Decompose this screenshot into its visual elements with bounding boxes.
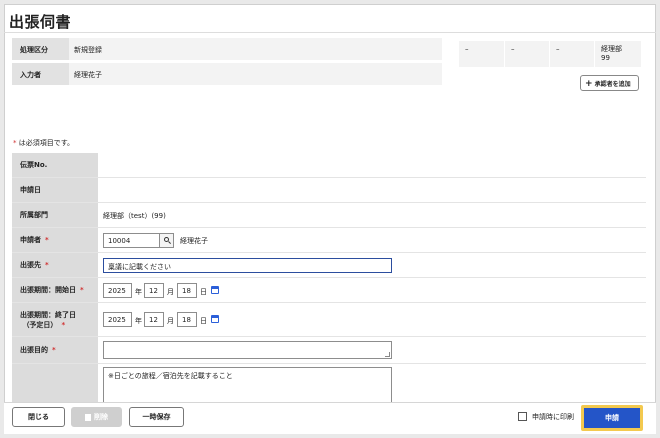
destination-label: 出張先 * [12,253,98,277]
page-title: 出張伺書 [9,13,72,31]
print-on-apply-label: 申請時に印刷 [532,413,574,421]
delete-button[interactable]: 削除 [71,407,122,427]
approval-dept-name: 経理部 [601,45,622,53]
approval-dept-code: 99 [601,54,610,62]
start-month-input[interactable]: 12 [144,283,164,298]
required-mark: * [13,139,17,147]
slip-no-row: 伝票No. [12,153,646,178]
trash-icon [85,413,91,421]
start-year-input[interactable]: 2025 [103,283,132,298]
slip-no-label: 伝票No. [12,153,98,177]
add-approver-label: 承認者を追加 [594,81,631,88]
itinerary-textarea[interactable]: ※日ごとの旅程／宿泊先を記載すること [103,367,392,407]
apply-date-label: 申請日 [12,178,98,202]
purpose-row: 出張目的 * [12,337,646,364]
end-date-label: 出張期間：終了日 （予定日） * [12,303,98,336]
apply-button[interactable]: 申請 [584,408,640,428]
applicant-search-button[interactable] [160,233,174,248]
delete-label: 削除 [94,413,108,421]
end-day-input[interactable]: 18 [177,312,197,327]
approval-cell: – [549,41,594,67]
resize-handle[interactable] [385,352,390,357]
close-button[interactable]: 閉じる [12,407,65,427]
calendar-icon[interactable] [211,315,219,323]
footer-toolbar: 閉じる 削除 一時保存 申請時に印刷 申請 [4,402,656,434]
start-year-unit: 年 [135,288,142,296]
creator-label: 入力者 [12,63,69,85]
required-note-text: は必須項目です。 [18,139,75,147]
start-day-unit: 日 [200,288,207,296]
approval-cell: – [465,45,469,53]
print-on-apply-checkbox[interactable] [518,412,527,421]
start-date-label: 出張期間：開始日 * [12,278,98,302]
start-month-unit: 月 [167,288,174,296]
add-approver-button[interactable]: + 承認者を追加 [580,75,639,91]
end-day-unit: 日 [200,317,207,325]
creator-row: 入力者 経理花子 [12,63,442,85]
destination-input[interactable]: 稟議に記載ください [103,258,392,273]
creator-value: 経理花子 [74,71,102,79]
purpose-textarea[interactable] [103,341,392,359]
calendar-icon[interactable] [211,286,219,294]
applicant-label: 申請者 * [12,228,98,252]
temp-save-button[interactable]: 一時保存 [129,407,184,427]
purpose-label: 出張目的 * [12,337,98,363]
start-date-row: 出張期間：開始日 * 2025 年 12 月 18 日 [12,278,646,303]
applicant-id-input[interactable]: 10004 [103,233,160,248]
process-type-label: 処理区分 [12,38,69,60]
dept-value: 経理部（test）(99) [103,212,166,220]
approval-dept-cell: 経理部 99 [594,41,641,67]
dept-label: 所属部門 [12,203,98,227]
destination-row: 出張先 * 稟議に記載ください [12,253,646,278]
apply-button-focus: 申請 [581,405,643,431]
end-date-row: 出張期間：終了日 （予定日） * 2025 年 12 月 18 日 [12,303,646,337]
approval-route: – – – 経理部 99 [459,41,641,67]
apply-date-row: 申請日 [12,178,646,203]
process-type-row: 処理区分 新規登録 [12,38,442,60]
applicant-row: 申請者 * 10004 経理花子 [12,228,646,253]
dept-row: 所属部門 経理部（test）(99) [12,203,646,228]
start-day-input[interactable]: 18 [177,283,197,298]
required-note: * は必須項目です。 [13,138,74,148]
applicant-name: 経理花子 [180,237,208,245]
itinerary-row: ※日ごとの旅程／宿泊先を記載すること [12,364,646,407]
itinerary-label [12,364,98,402]
title-divider [4,32,656,33]
approval-cell: – [504,41,549,67]
plus-icon: + [585,79,593,89]
end-year-input[interactable]: 2025 [103,312,132,327]
process-type-value: 新規登録 [74,46,102,54]
end-month-unit: 月 [167,317,174,325]
end-month-input[interactable]: 12 [144,312,164,327]
end-year-unit: 年 [135,317,142,325]
